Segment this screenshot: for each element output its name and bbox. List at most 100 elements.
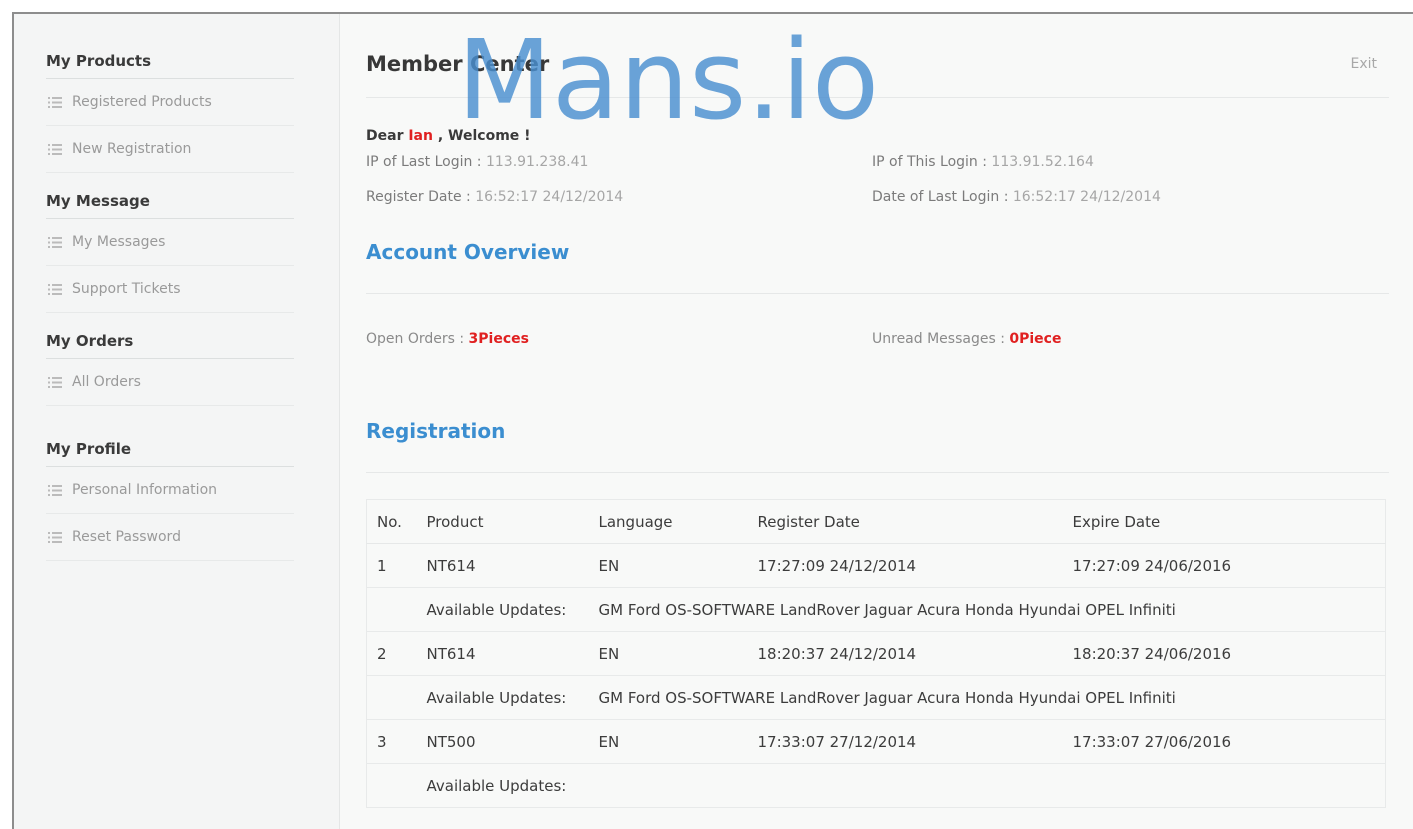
sidebar-item-my-messages[interactable]: My Messages bbox=[46, 219, 294, 266]
account-overview-header: Account Overview bbox=[366, 240, 1389, 294]
updates-label: Available Updates: bbox=[426, 587, 599, 632]
column-header: Register Date bbox=[757, 499, 1073, 544]
sidebar-group-message: My Message My Messages Support Tickets bbox=[46, 190, 294, 313]
cell-expire-date: 17:27:09 24/06/2016 bbox=[1072, 543, 1386, 588]
cell-product: NT500 bbox=[426, 719, 599, 764]
info-label: IP of This Login : bbox=[872, 154, 987, 170]
cell-no: 2 bbox=[366, 631, 427, 676]
exit-link[interactable]: Exit bbox=[1350, 52, 1389, 72]
info-value: 16:52:17 24/12/2014 bbox=[475, 189, 624, 205]
sidebar-item-registered-products[interactable]: Registered Products bbox=[46, 79, 294, 126]
login-info: IP of Last Login : 113.91.238.41 IP of T… bbox=[366, 154, 1389, 205]
info-label: IP of Last Login : bbox=[366, 154, 482, 170]
welcome-suffix: , Welcome ! bbox=[437, 128, 531, 144]
last-login-date: Date of Last Login : 16:52:17 24/12/2014 bbox=[872, 189, 1389, 205]
sidebar-item-label: Reset Password bbox=[72, 529, 181, 545]
info-value: 113.91.52.164 bbox=[991, 154, 1094, 170]
list-icon bbox=[48, 531, 62, 543]
sidebar-item-support-tickets[interactable]: Support Tickets bbox=[46, 266, 294, 313]
column-header: No. bbox=[366, 499, 427, 544]
sidebar-group-title: My Orders bbox=[46, 330, 294, 359]
info-label: Register Date : bbox=[366, 189, 471, 205]
updates-row: Available Updates: GM Ford OS-SOFTWARE L… bbox=[366, 675, 1386, 720]
updates-row: Available Updates: GM Ford OS-SOFTWARE L… bbox=[366, 587, 1386, 632]
cell-register-date: 18:20:37 24/12/2014 bbox=[757, 631, 1073, 676]
register-date: Register Date : 16:52:17 24/12/2014 bbox=[366, 189, 872, 205]
app-frame: My Products Registered Products New Regi… bbox=[12, 12, 1413, 829]
sidebar-item-personal-information[interactable]: Personal Information bbox=[46, 467, 294, 514]
sidebar-item-label: Support Tickets bbox=[72, 281, 181, 297]
table-header-row: No. Product Language Register Date Expir… bbox=[366, 499, 1386, 544]
main-content: Member Center Exit Dear Ian , Welcome ! … bbox=[340, 14, 1413, 829]
updates-list: GM Ford OS-SOFTWARE LandRover Jaguar Acu… bbox=[598, 675, 1386, 720]
username: Ian bbox=[408, 128, 433, 144]
sidebar-item-reset-password[interactable]: Reset Password bbox=[46, 514, 294, 561]
updates-list bbox=[598, 763, 1386, 808]
list-icon bbox=[48, 376, 62, 388]
list-icon bbox=[48, 236, 62, 248]
account-overview: Open Orders : 3Pieces Unread Messages : … bbox=[366, 331, 1389, 347]
list-icon bbox=[48, 96, 62, 108]
info-label: Date of Last Login : bbox=[872, 189, 1009, 205]
cell-language: EN bbox=[598, 543, 758, 588]
column-header: Language bbox=[598, 499, 758, 544]
cell-product: NT614 bbox=[426, 631, 599, 676]
unread-messages: Unread Messages : 0Piece bbox=[872, 331, 1389, 347]
column-header: Expire Date bbox=[1072, 499, 1386, 544]
sidebar-group-orders: My Orders All Orders bbox=[46, 330, 294, 406]
sidebar: My Products Registered Products New Regi… bbox=[14, 14, 340, 829]
this-login-ip: IP of This Login : 113.91.52.164 bbox=[872, 154, 1389, 170]
list-icon bbox=[48, 143, 62, 155]
page-title: Member Center bbox=[366, 52, 550, 76]
overview-label: Open Orders : bbox=[366, 331, 465, 347]
cell-empty bbox=[366, 587, 427, 632]
updates-label: Available Updates: bbox=[426, 763, 599, 808]
list-icon bbox=[48, 283, 62, 295]
cell-empty bbox=[366, 675, 427, 720]
table-row: 1 NT614 EN 17:27:09 24/12/2014 17:27:09 … bbox=[366, 543, 1386, 588]
overview-label: Unread Messages : bbox=[872, 331, 1005, 347]
cell-no: 3 bbox=[366, 719, 427, 764]
sidebar-item-all-orders[interactable]: All Orders bbox=[46, 359, 294, 406]
cell-product: NT614 bbox=[426, 543, 599, 588]
last-login-ip: IP of Last Login : 113.91.238.41 bbox=[366, 154, 872, 170]
sidebar-item-new-registration[interactable]: New Registration bbox=[46, 126, 294, 173]
sidebar-item-label: My Messages bbox=[72, 234, 166, 250]
sidebar-group-products: My Products Registered Products New Regi… bbox=[46, 50, 294, 173]
list-icon bbox=[48, 484, 62, 496]
cell-register-date: 17:33:07 27/12/2014 bbox=[757, 719, 1073, 764]
cell-empty bbox=[366, 763, 427, 808]
sidebar-group-title: My Profile bbox=[46, 438, 294, 467]
table-row: 3 NT500 EN 17:33:07 27/12/2014 17:33:07 … bbox=[366, 719, 1386, 764]
cell-expire-date: 18:20:37 24/06/2016 bbox=[1072, 631, 1386, 676]
welcome-message: Dear Ian , Welcome ! bbox=[366, 128, 1389, 144]
cell-language: EN bbox=[598, 719, 758, 764]
unread-messages-count[interactable]: 0Piece bbox=[1009, 331, 1061, 347]
sidebar-item-label: Registered Products bbox=[72, 94, 212, 110]
sidebar-item-label: New Registration bbox=[72, 141, 192, 157]
open-orders: Open Orders : 3Pieces bbox=[366, 331, 872, 347]
cell-no: 1 bbox=[366, 543, 427, 588]
cell-language: EN bbox=[598, 631, 758, 676]
sidebar-item-label: All Orders bbox=[72, 374, 141, 390]
welcome-prefix: Dear bbox=[366, 128, 404, 144]
registration-table: No. Product Language Register Date Expir… bbox=[366, 499, 1386, 808]
column-header: Product bbox=[426, 499, 599, 544]
table-row: 2 NT614 EN 18:20:37 24/12/2014 18:20:37 … bbox=[366, 631, 1386, 676]
registration-header: Registration bbox=[366, 419, 1389, 473]
cell-register-date: 17:27:09 24/12/2014 bbox=[757, 543, 1073, 588]
open-orders-count[interactable]: 3Pieces bbox=[469, 331, 529, 347]
section-title: Account Overview bbox=[366, 240, 570, 264]
updates-label: Available Updates: bbox=[426, 675, 599, 720]
sidebar-item-label: Personal Information bbox=[72, 482, 218, 498]
updates-list: GM Ford OS-SOFTWARE LandRover Jaguar Acu… bbox=[598, 587, 1386, 632]
sidebar-group-title: My Message bbox=[46, 190, 294, 219]
sidebar-group-profile: My Profile Personal Information Reset Pa… bbox=[46, 438, 294, 561]
cell-expire-date: 17:33:07 27/06/2016 bbox=[1072, 719, 1386, 764]
info-value: 16:52:17 24/12/2014 bbox=[1012, 189, 1161, 205]
sidebar-group-title: My Products bbox=[46, 50, 294, 79]
page-header: Member Center Exit bbox=[366, 14, 1389, 98]
section-title: Registration bbox=[366, 419, 506, 443]
updates-row: Available Updates: bbox=[366, 763, 1386, 808]
info-value: 113.91.238.41 bbox=[485, 154, 589, 170]
